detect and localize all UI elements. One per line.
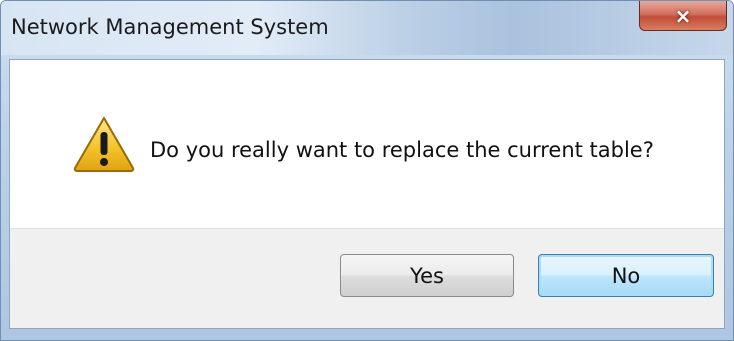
close-icon: ×: [674, 3, 692, 28]
warning-icon: [73, 117, 135, 172]
window-title: Network Management System: [11, 15, 329, 39]
no-button[interactable]: No: [538, 254, 714, 297]
title-bar[interactable]: Network Management System ×: [1, 1, 733, 55]
message-area: Do you really want to replace the curren…: [10, 60, 724, 231]
close-button[interactable]: ×: [639, 1, 727, 31]
dialog-message: Do you really want to replace the curren…: [150, 138, 654, 162]
dialog-body: Do you really want to replace the curren…: [9, 59, 725, 329]
button-bar: Yes No: [10, 228, 724, 328]
dialog-window: Network Management System × Do you reall…: [0, 0, 734, 341]
yes-button[interactable]: Yes: [340, 254, 514, 297]
